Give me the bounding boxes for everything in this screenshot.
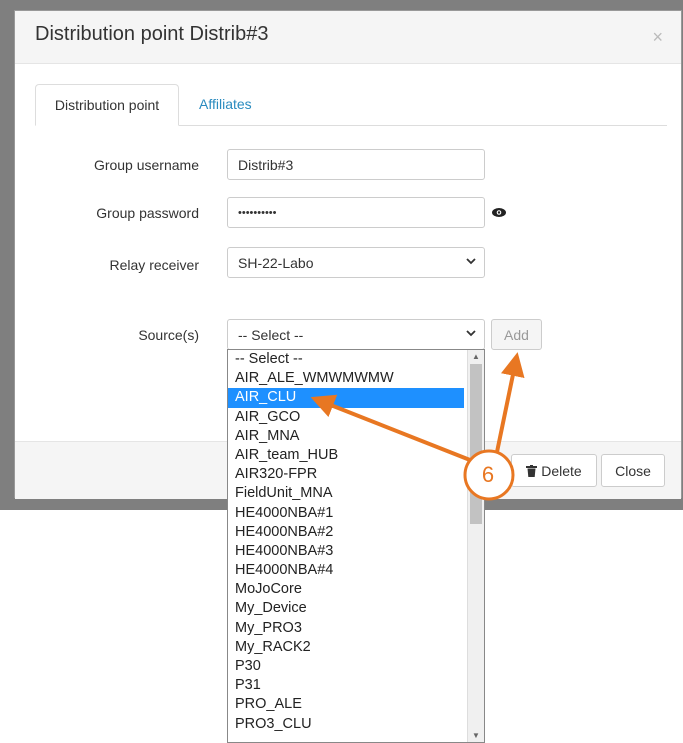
add-source-button[interactable]: Add — [491, 319, 542, 350]
tab-distribution-point[interactable]: Distribution point — [35, 84, 179, 126]
relay-receiver-select[interactable]: SH-22-Labo — [227, 247, 485, 278]
chevron-down-icon — [466, 330, 476, 337]
delete-button[interactable]: Delete — [511, 454, 597, 487]
scroll-thumb[interactable] — [470, 364, 482, 524]
sources-select[interactable]: -- Select -- — [227, 319, 485, 350]
dropdown-option[interactable]: PRO_ALE — [228, 695, 484, 714]
scroll-up-icon[interactable]: ▲ — [468, 352, 484, 361]
dropdown-option[interactable]: P30 — [228, 657, 484, 676]
relay-receiver-value: SH-22-Labo — [238, 255, 314, 271]
close-icon[interactable]: × — [652, 27, 663, 48]
modal-header: Distribution point Distrib#3 × — [15, 11, 681, 64]
dropdown-option[interactable]: My_RACK2 — [228, 638, 484, 657]
dropdown-option[interactable]: AIR320-FPR — [228, 465, 484, 484]
tab-affiliates[interactable]: Affiliates — [199, 84, 252, 125]
sources-dropdown-list[interactable]: -- Select -- AIR_ALE_WMWMWMW AIR_CLU AIR_GC… — [227, 349, 485, 743]
dropdown-options: -- Select -- AIR_ALE_WMWMWMW AIR_CLU AIR_GC… — [228, 350, 484, 734]
dropdown-option[interactable]: My_PRO3 — [228, 619, 484, 638]
scroll-down-icon[interactable]: ▼ — [468, 731, 484, 740]
dropdown-option[interactable]: AIR_team_HUB — [228, 446, 484, 465]
tab-bar: Distribution point Affiliates — [35, 84, 667, 126]
relay-receiver-label: Relay receiver — [109, 257, 199, 273]
sources-label: Source(s) — [138, 327, 199, 343]
group-username-input[interactable]: Distrib#3 — [227, 149, 485, 180]
dropdown-option[interactable]: HE4000NBA#1 — [228, 504, 484, 523]
sources-select-value: -- Select -- — [238, 327, 304, 343]
dropdown-scrollbar[interactable]: ▲ ▼ — [467, 350, 484, 742]
dropdown-option[interactable]: AIR_ALE_WMWMWMW — [228, 369, 484, 388]
step-number: 6 — [481, 462, 495, 487]
group-password-input[interactable]: •••••••••• — [227, 197, 485, 228]
dropdown-option[interactable]: P31 — [228, 676, 484, 695]
dropdown-option[interactable]: AIR_MNA — [228, 427, 484, 446]
dropdown-option[interactable]: HE4000NBA#3 — [228, 542, 484, 561]
group-username-label: Group username — [93, 157, 199, 173]
dropdown-option[interactable]: HE4000NBA#2 — [228, 523, 484, 542]
dropdown-option[interactable]: MoJoCore — [228, 580, 484, 599]
modal-title: Distribution point Distrib#3 — [35, 23, 269, 45]
eye-icon[interactable] — [492, 208, 506, 217]
chevron-down-icon — [466, 258, 476, 265]
group-password-label: Group password — [96, 205, 199, 221]
dropdown-option[interactable]: HE4000NBA#4 — [228, 561, 484, 580]
dropdown-option[interactable]: -- Select -- — [228, 350, 484, 369]
dropdown-option[interactable]: FieldUnit_MNA — [228, 484, 484, 503]
dropdown-option[interactable]: AIR_CLU — [228, 388, 464, 408]
dropdown-option[interactable]: PRO3_CLU — [228, 715, 484, 734]
dropdown-option[interactable]: My_Device — [228, 599, 484, 618]
delete-button-label: Delete — [541, 463, 582, 479]
close-button[interactable]: Close — [601, 454, 665, 487]
trash-icon — [526, 465, 538, 477]
dropdown-option[interactable]: AIR_GCO — [228, 408, 484, 427]
